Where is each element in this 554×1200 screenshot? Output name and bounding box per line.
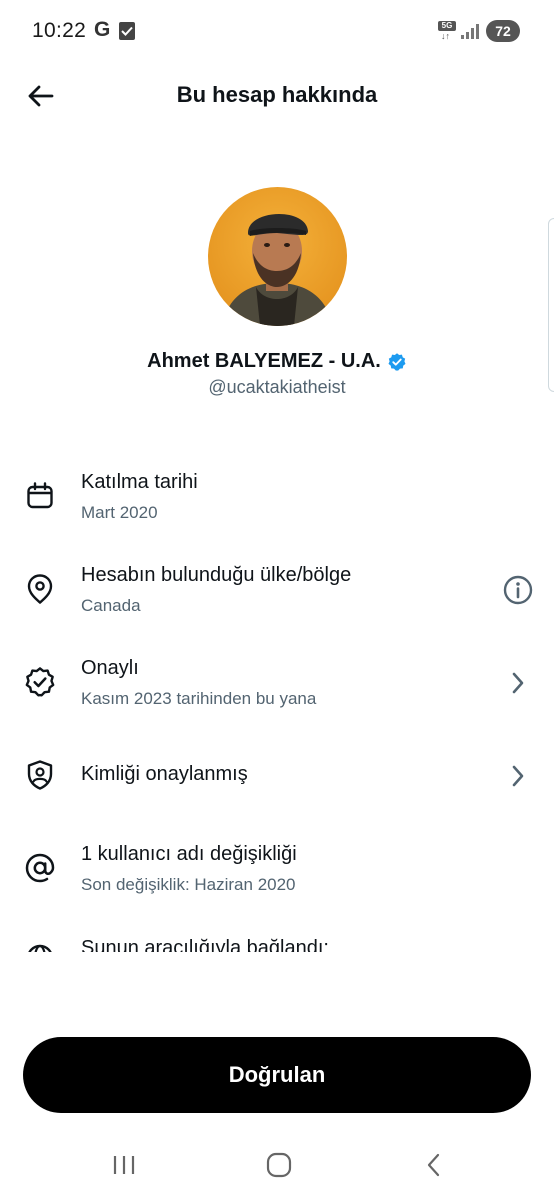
info-button[interactable]	[500, 572, 536, 608]
at-sign-icon	[22, 850, 58, 886]
checkbox-notification-icon	[119, 22, 135, 40]
chevron-right-icon	[500, 665, 536, 701]
edge-panel-handle[interactable]	[548, 218, 554, 392]
network-5g-icon: 5G ↓↑	[438, 21, 456, 41]
recent-apps-icon	[113, 1156, 135, 1174]
row-subtitle: Canada	[81, 596, 141, 615]
row-subtitle: Kasım 2023 tarihinden bu yana	[81, 689, 317, 708]
id-shield-icon	[22, 757, 58, 793]
status-bar: 10:22 G 5G ↓↑ 72	[0, 0, 554, 64]
row-subtitle: Son değişiklik: Haziran 2020	[81, 875, 296, 894]
verified-seal-icon	[22, 664, 58, 700]
info-row-id-verified[interactable]: Kimliği onaylanmış	[0, 752, 554, 802]
chevron-right-icon	[500, 758, 536, 794]
info-row-country: Hesabın bulunduğu ülke/bölge Canada	[0, 559, 554, 629]
row-subtitle: Mart 2020	[81, 503, 158, 522]
system-nav-bar	[0, 1130, 554, 1200]
profile-name-row: Ahmet BALYEMEZ - U.A.	[0, 350, 554, 373]
row-title: Kimliği onaylanmış	[81, 763, 248, 785]
header: Bu hesap hakkında	[0, 64, 554, 128]
info-row-username-changes: 1 kullanıcı adı değişikliği Son değişikl…	[0, 838, 554, 908]
location-pin-icon	[22, 571, 58, 607]
home-button[interactable]	[259, 1148, 299, 1182]
info-icon	[503, 575, 533, 605]
row-title: 1 kullanıcı adı değişikliği	[81, 843, 297, 865]
status-time: 10:22	[32, 19, 87, 42]
system-back-button[interactable]	[414, 1148, 454, 1182]
screen: 10:22 G 5G ↓↑ 72 Bu hesap hakkında Ahmet…	[0, 0, 554, 1200]
row-title: Katılma tarihi	[81, 471, 198, 493]
row-title: Hesabın bulunduğu ülke/bölge	[81, 564, 352, 586]
info-row-join-date: Katılma tarihi Mart 2020	[0, 466, 554, 536]
globe-icon	[22, 940, 58, 952]
profile-handle: @ucaktakiatheist	[208, 377, 346, 397]
verified-badge-icon	[388, 352, 406, 371]
home-icon	[266, 1152, 292, 1178]
chevron-left-icon	[427, 1153, 440, 1177]
page-title: Bu hesap hakkında	[176, 82, 378, 107]
row-title: Şunun aracılığıyla bağlandı:	[81, 937, 329, 952]
info-row-verified[interactable]: Onaylı Kasım 2023 tarihinden bu yana	[0, 652, 554, 722]
recent-apps-button[interactable]	[104, 1148, 144, 1182]
signal-icon	[461, 24, 479, 39]
google-icon: G	[94, 18, 111, 41]
profile-name: Ahmet BALYEMEZ - U.A.	[147, 350, 381, 372]
info-row-connected-via: Şunun aracılığıyla bağlandı:	[0, 930, 554, 952]
calendar-icon	[22, 478, 58, 514]
row-title: Onaylı	[81, 657, 139, 679]
verified-signup-button[interactable]: Doğrulan	[23, 1037, 531, 1113]
status-indicators: 5G ↓↑ 72	[438, 20, 520, 42]
battery-indicator: 72	[486, 20, 520, 42]
avatar[interactable]	[208, 187, 347, 326]
